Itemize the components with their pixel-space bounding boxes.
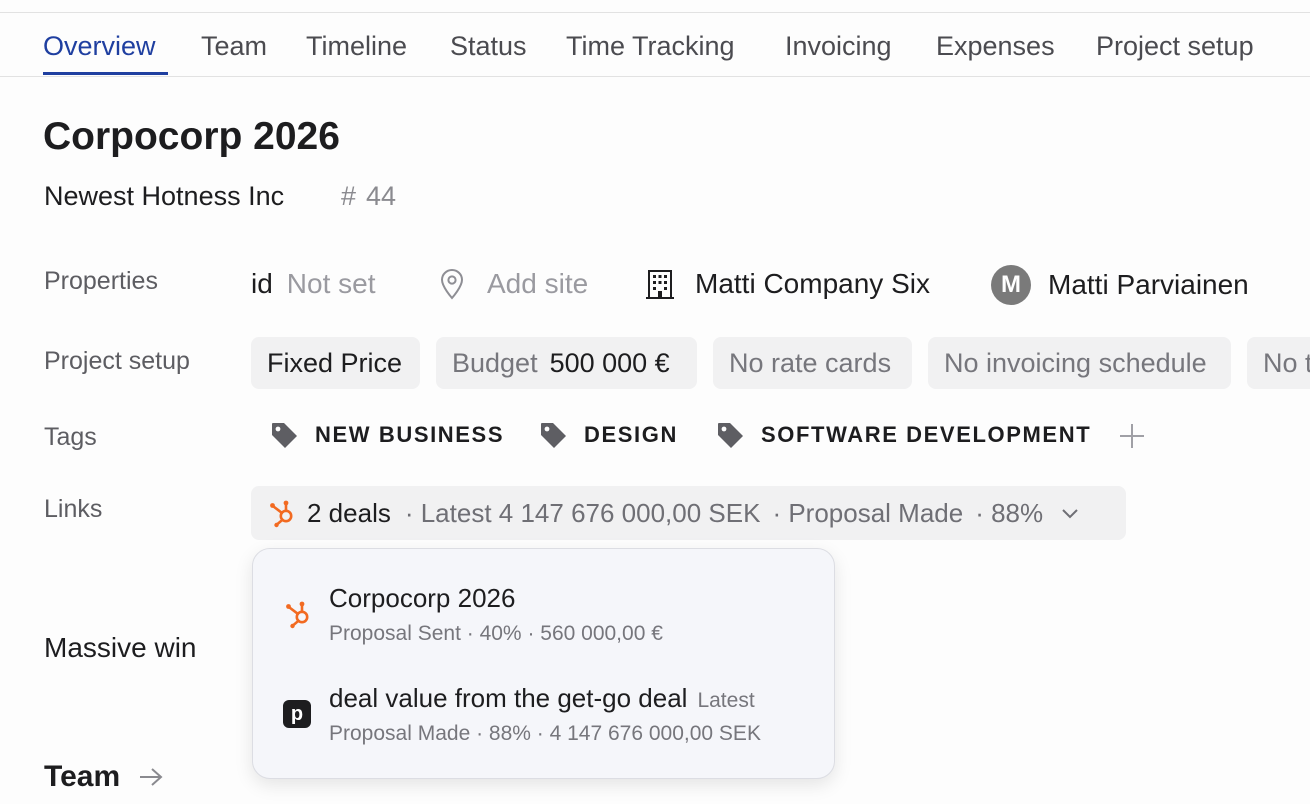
latest-badge: Latest — [697, 689, 755, 712]
project-setup-label: Project setup — [44, 347, 190, 375]
tab-project-setup[interactable]: Project setup — [1096, 31, 1254, 62]
tag-label: DESIGN — [584, 422, 678, 447]
deal-title: deal value from the get-go deal — [329, 683, 688, 713]
tag-icon — [718, 423, 743, 448]
deal-title-row: deal value from the get-go deal Latest — [329, 683, 755, 714]
truncated-chip[interactable]: No t — [1247, 337, 1310, 389]
page-title: Corpocorp 2026 — [43, 115, 340, 158]
owner-property[interactable]: M Matti Parviainen — [991, 265, 1249, 305]
company-property[interactable]: Matti Company Six — [644, 268, 930, 300]
hash-icon: # — [341, 181, 357, 211]
location-pin-icon — [440, 268, 464, 300]
project-number-value: 44 — [366, 181, 397, 211]
team-section-heading[interactable]: Team — [44, 760, 164, 794]
tab-overview[interactable]: Overview — [43, 31, 156, 62]
deal-subtitle: Proposal Made · 88% · 4 147 676 000,00 S… — [329, 722, 761, 745]
site-value: Add site — [487, 268, 589, 299]
deals-popover: Corpocorp 2026 Proposal Sent · 40% · 560… — [252, 548, 835, 779]
tags-label: Tags — [44, 423, 97, 451]
deal-stage: · Proposal Made — [772, 497, 964, 528]
chevron-down-icon[interactable] — [1059, 502, 1081, 524]
tab-expenses[interactable]: Expenses — [936, 31, 1055, 62]
hubspot-icon — [286, 601, 309, 629]
deal-probability: · 88% — [975, 497, 1044, 528]
deal-title: Corpocorp 2026 — [329, 583, 516, 613]
id-value: Not set — [286, 268, 376, 299]
budget-label: Budget — [452, 347, 538, 378]
links-label: Links — [44, 495, 103, 523]
building-icon — [646, 270, 674, 299]
project-number: #44 — [341, 181, 396, 212]
budget-chip[interactable]: Budget 500 000 € — [436, 337, 697, 389]
pricing-chip[interactable]: Fixed Price — [251, 337, 420, 389]
tab-invoicing[interactable]: Invoicing — [785, 31, 892, 62]
pricing-value: Fixed Price — [267, 347, 403, 378]
tab-team[interactable]: Team — [201, 31, 267, 62]
tag-label: NEW BUSINESS — [315, 422, 505, 447]
rate-cards-value: No rate cards — [729, 347, 892, 378]
rate-cards-chip[interactable]: No rate cards — [713, 337, 912, 389]
arrow-right-icon — [140, 768, 163, 786]
tag-software-development[interactable]: SOFTWARE DEVELOPMENT — [715, 420, 1091, 450]
company-name: Matti Company Six — [695, 268, 930, 299]
project-tabs: Overview Team Timeline Status Time Track… — [0, 13, 1310, 77]
tab-time-tracking[interactable]: Time Tracking — [566, 31, 735, 62]
invoicing-schedule-value: No invoicing schedule — [944, 347, 1207, 378]
deal-subtitle: Proposal Sent · 40% · 560 000,00 € — [329, 622, 663, 645]
tag-label: SOFTWARE DEVELOPMENT — [761, 422, 1092, 447]
deals-link-chip[interactable]: 2 deals · Latest 4 147 676 000,00 SEK · … — [251, 486, 1126, 540]
active-tab-indicator — [43, 72, 168, 75]
add-tag-button[interactable] — [1117, 421, 1147, 451]
deals-count: 2 deals — [307, 497, 391, 528]
client-name[interactable]: Newest Hotness Inc — [44, 181, 284, 212]
budget-value: 500 000 € — [549, 347, 670, 378]
tab-status[interactable]: Status — [450, 31, 527, 62]
tag-icon — [541, 423, 566, 448]
hubspot-icon — [270, 500, 293, 528]
id-property[interactable]: id Not set — [251, 268, 376, 300]
team-heading-label: Team — [44, 760, 121, 793]
pipedrive-icon: p — [283, 700, 311, 728]
properties-label: Properties — [44, 267, 158, 295]
site-property[interactable]: Add site — [438, 268, 588, 300]
tag-design[interactable]: DESIGN — [538, 420, 678, 450]
project-description: Massive win — [44, 632, 197, 663]
tag-new-business[interactable]: NEW BUSINESS — [269, 420, 504, 450]
id-label: id — [251, 268, 273, 299]
latest-deal-value: · Latest 4 147 676 000,00 SEK — [404, 497, 761, 528]
owner-name: Matti Parviainen — [1048, 269, 1249, 300]
invoicing-schedule-chip[interactable]: No invoicing schedule — [928, 337, 1231, 389]
truncated-chip-value: No t — [1263, 347, 1310, 378]
tab-timeline[interactable]: Timeline — [306, 31, 407, 62]
tag-icon — [272, 423, 297, 448]
avatar: M — [991, 265, 1031, 305]
